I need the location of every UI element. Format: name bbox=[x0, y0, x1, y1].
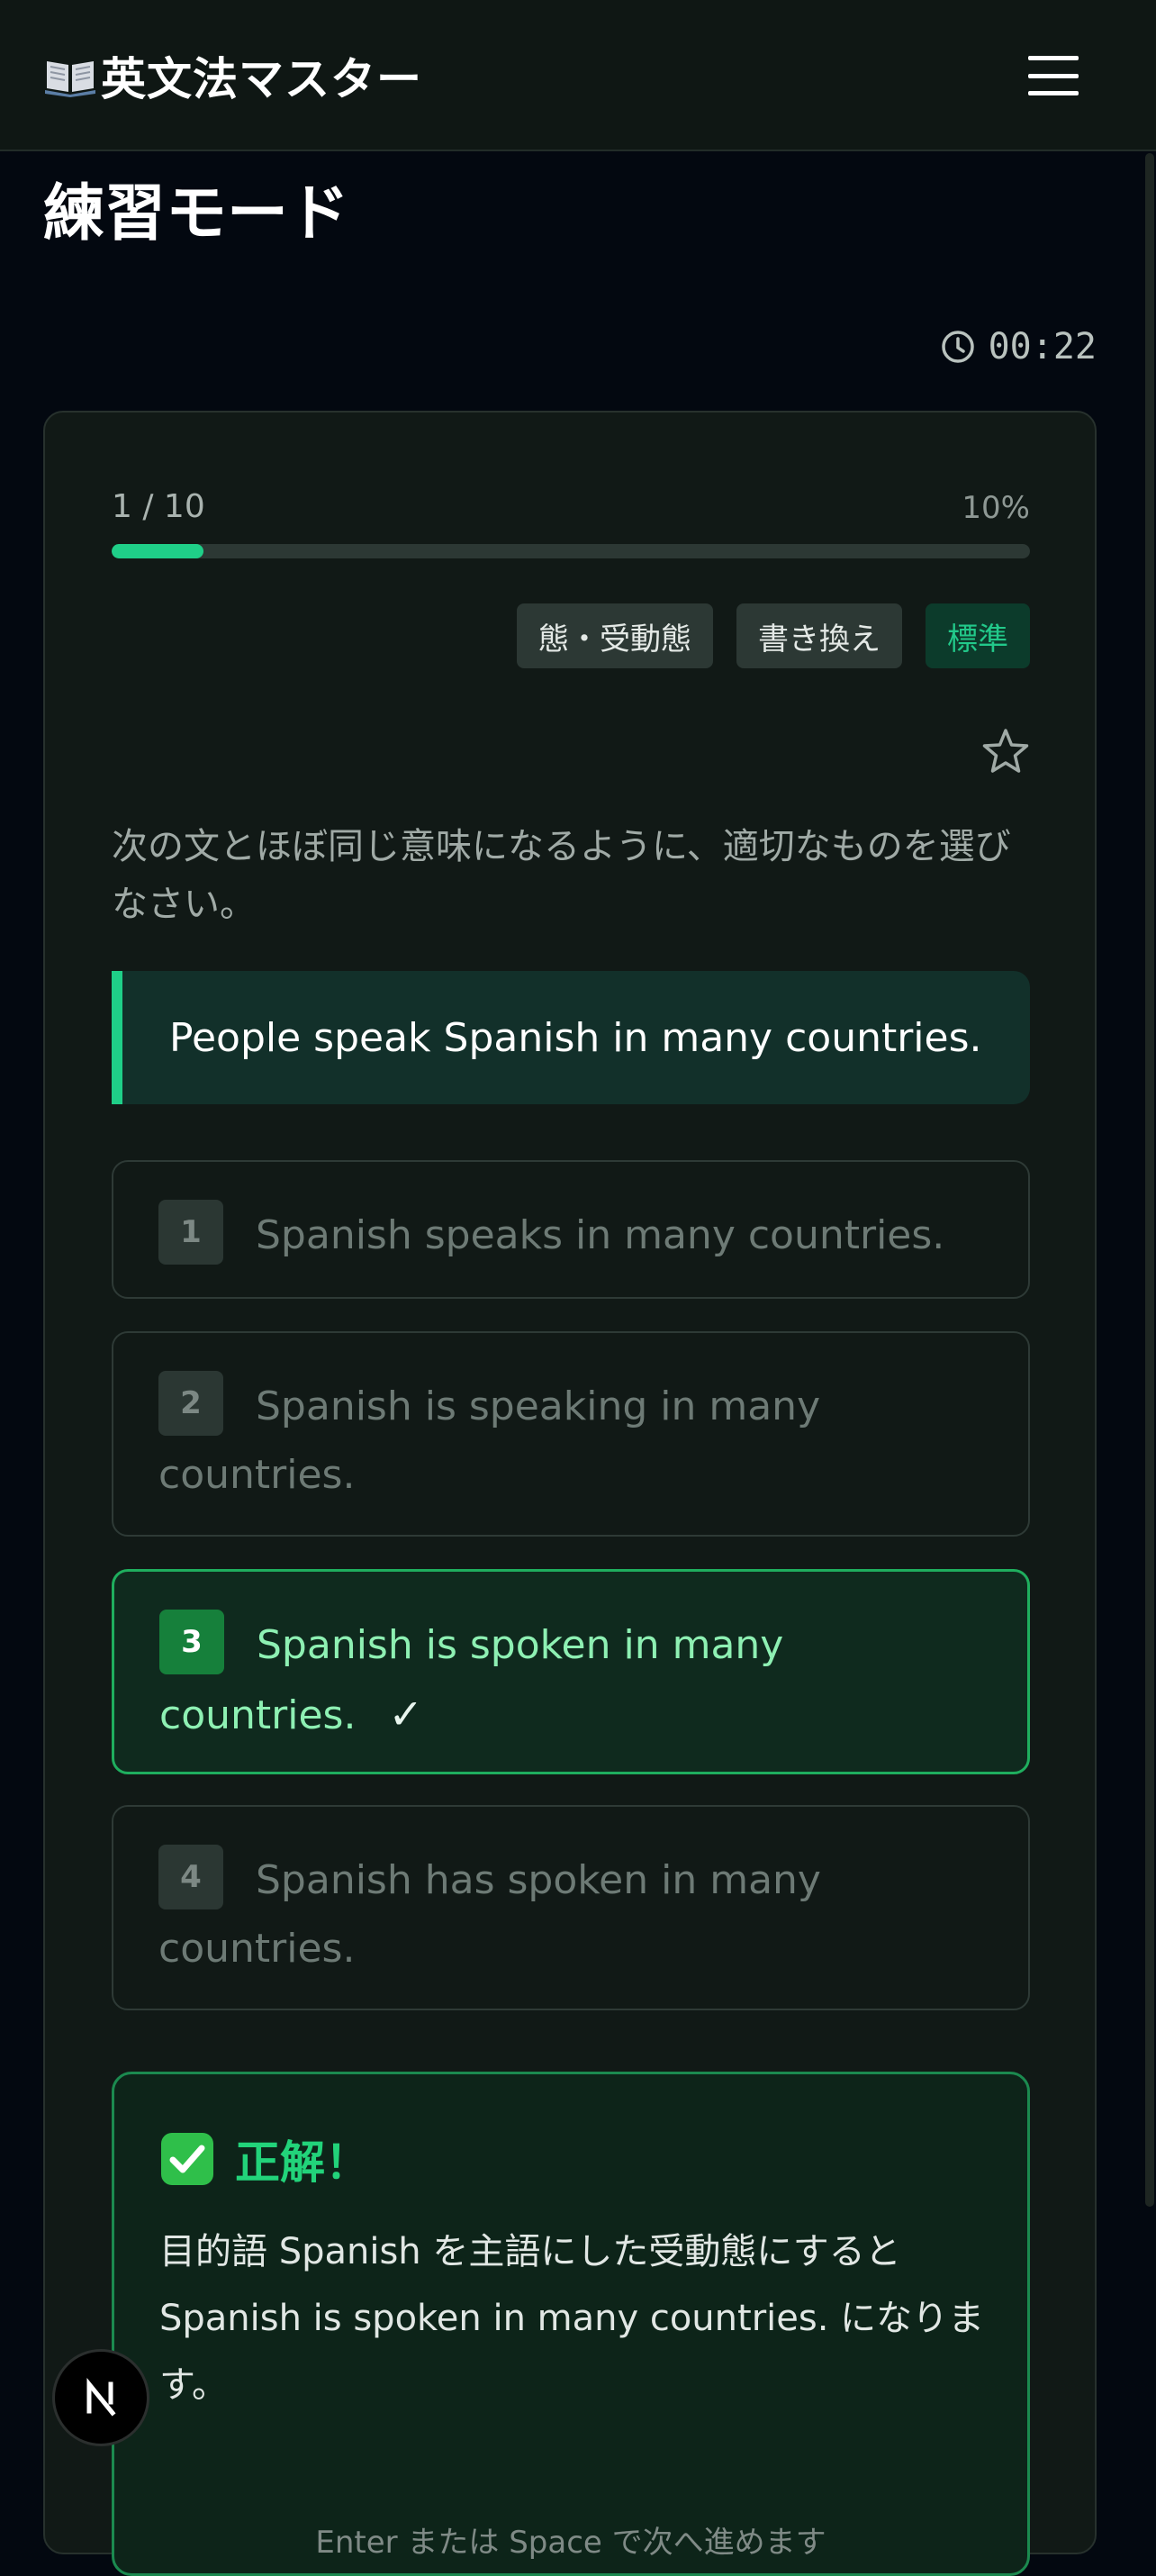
top-header: 英文法マスター bbox=[0, 0, 1156, 151]
question-instruction: 次の文とほぼ同じ意味になるように、適切なものを選びなさい。 bbox=[112, 826, 1011, 925]
timer: 00:22 bbox=[940, 326, 1097, 367]
app-title[interactable]: 英文法マスター bbox=[43, 43, 422, 108]
question-card: 1 / 10 10% 態・受動態 書き換え 標準 次の文とほぼ同じ意味になるよう… bbox=[43, 411, 1097, 2576]
nextjs-dev-badge-icon[interactable] bbox=[52, 2349, 149, 2446]
choice-number: 2 bbox=[158, 1371, 223, 1436]
clock-icon bbox=[941, 331, 974, 363]
progress-bar bbox=[112, 544, 1030, 558]
check-mark-button-icon bbox=[161, 2133, 213, 2185]
page-scrollbar[interactable] bbox=[1145, 153, 1154, 2207]
choice-number: 3 bbox=[159, 1610, 224, 1674]
choice-option-3-correct[interactable]: 3 Spanish is spoken in many countries. ✓ bbox=[112, 1569, 1030, 1774]
choice-text: Spanish is spoken in many countries. bbox=[159, 1622, 784, 1738]
choice-text: Spanish speaks in many countries. bbox=[256, 1212, 945, 1258]
prompt-sentence: People speak Spanish in many countries. bbox=[112, 971, 1030, 1104]
category-tag: 態・受動態 bbox=[517, 603, 713, 668]
feedback-title-text: 正解！ bbox=[235, 2136, 370, 2189]
progress-bar-fill bbox=[112, 544, 203, 558]
n-logo-icon bbox=[86, 2377, 116, 2417]
difficulty-tag: 標準 bbox=[926, 603, 1030, 668]
choice-number: 4 bbox=[158, 1845, 223, 1909]
feedback-explanation: 目的語 Spanish を主語にした受動態にすると Spanish is spo… bbox=[159, 2231, 985, 2406]
timer-value: 00:22 bbox=[988, 326, 1097, 367]
progress-label: 1 / 10 bbox=[112, 488, 205, 525]
progress-percent: 10% bbox=[962, 490, 1030, 526]
choice-option-2[interactable]: 2 Spanish is speaking in many countries. bbox=[112, 1331, 1030, 1537]
open-book-icon bbox=[45, 61, 95, 97]
choice-option-1[interactable]: 1 Spanish speaks in many countries. bbox=[112, 1160, 1030, 1299]
tag-list: 態・受動態 書き換え 標準 bbox=[517, 603, 1030, 668]
choice-option-4[interactable]: 4 Spanish has spoken in many countries. bbox=[112, 1805, 1030, 2010]
question-type-tag: 書き換え bbox=[736, 603, 902, 668]
choice-number: 1 bbox=[158, 1200, 223, 1265]
answer-feedback-panel: 正解！ 目的語 Spanish を主語にした受動態にすると Spanish is… bbox=[112, 2072, 1030, 2576]
choice-text: Spanish is speaking in many countries. bbox=[158, 1383, 821, 1498]
feedback-title: 正解！ bbox=[159, 2127, 370, 2191]
prompt-sentence-text: People speak Spanish in many countries. bbox=[169, 1014, 982, 1061]
app-title-text: 英文法マスター bbox=[101, 53, 422, 105]
keyboard-hint: Enter または Space で次へ進めます bbox=[315, 2525, 826, 2561]
hamburger-menu-icon[interactable] bbox=[1017, 47, 1089, 104]
bookmark-star-icon[interactable] bbox=[980, 726, 1032, 778]
correct-check-icon: ✓ bbox=[388, 1690, 423, 1738]
choice-text: Spanish has spoken in many countries. bbox=[158, 1857, 821, 1972]
page-title: 練習モード bbox=[43, 178, 350, 249]
